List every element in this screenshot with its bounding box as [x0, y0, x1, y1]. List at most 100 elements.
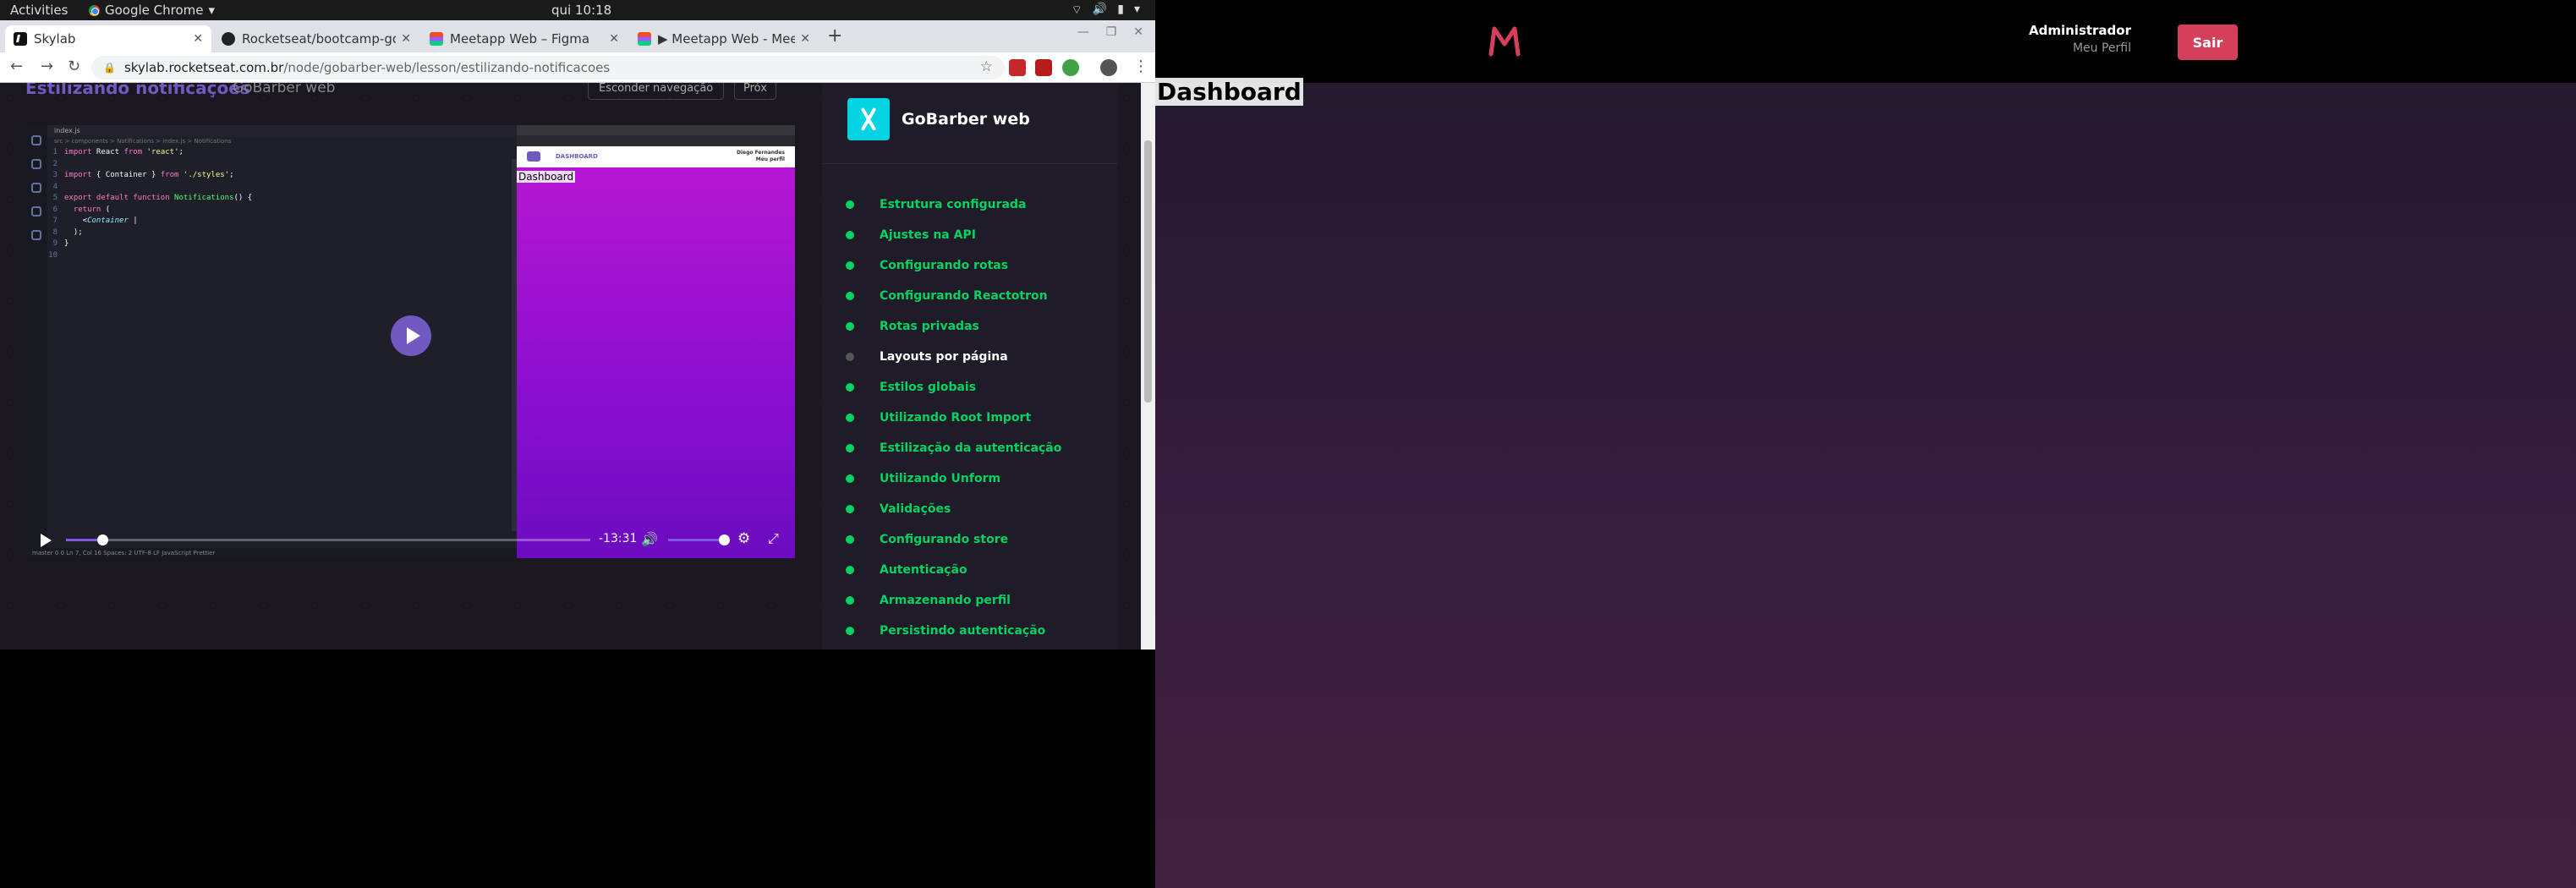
- close-window-icon[interactable]: ✕: [1133, 25, 1143, 39]
- lesson-item[interactable]: Validações: [846, 494, 1061, 524]
- profile-avatar[interactable]: [1100, 59, 1117, 76]
- lesson-label: Validações: [880, 502, 951, 516]
- chrome-icon: [89, 4, 100, 16]
- status-dot-icon: [846, 200, 854, 209]
- chevron-down-icon: ▾: [208, 3, 216, 18]
- logout-button[interactable]: Sair: [2178, 25, 2238, 60]
- video-player[interactable]: index.js src > components > Notification…: [25, 125, 795, 558]
- code-line: 6 return (: [47, 205, 538, 217]
- preview-address-bar: [517, 135, 795, 146]
- sidebar-title: GoBarber web: [902, 110, 1030, 129]
- lesson-item[interactable]: Estilização da autenticação: [846, 433, 1061, 463]
- kebab-menu-icon[interactable]: ⋮: [1133, 58, 1148, 75]
- editor-tab: index.js: [47, 125, 538, 137]
- tab-meetapp[interactable]: ▶ Meetapp Web - Meetap ✕: [629, 25, 819, 52]
- tab-title: Meetapp Web – Figma: [450, 31, 590, 47]
- lesson-item[interactable]: Layouts por página: [846, 342, 1061, 372]
- debug-icon: [31, 206, 41, 217]
- github-favicon-icon: [222, 32, 235, 46]
- play-overlay-button[interactable]: [391, 315, 431, 356]
- gear-icon[interactable]: ⚙: [737, 530, 750, 547]
- code-token: './styles': [178, 171, 230, 179]
- status-dot-icon: [846, 322, 854, 331]
- status-dot-icon: [846, 383, 854, 392]
- activities-button[interactable]: Activities: [10, 3, 68, 18]
- code-token: import: [64, 148, 92, 156]
- lesson-label: Persistindo autenticação: [880, 624, 1046, 638]
- close-icon[interactable]: ✕: [401, 32, 411, 46]
- code-line: 7 < Container |: [47, 216, 538, 227]
- extensions-icon: [31, 230, 41, 240]
- play-icon[interactable]: [41, 534, 52, 547]
- lesson-item[interactable]: Rotas privadas: [846, 311, 1061, 342]
- close-icon[interactable]: ✕: [800, 32, 810, 46]
- volume-handle[interactable]: [719, 534, 730, 545]
- code-token: Container: [87, 217, 129, 225]
- lesson-item[interactable]: Utilizando Root Import: [846, 403, 1061, 433]
- address-bar[interactable]: 🔒 skylab.rocketseat.com.br /node/gobarbe…: [91, 56, 1005, 79]
- tab-github[interactable]: Rocketseat/bootcamp-go ✕: [213, 25, 419, 52]
- new-tab-button[interactable]: +: [827, 25, 842, 47]
- extension-badge-icon[interactable]: [1035, 59, 1052, 76]
- code-token: from: [123, 148, 143, 156]
- status-dot-icon: [846, 535, 854, 544]
- preview-header: DASHBOARD Diego Fernandes Meu perfil: [517, 146, 795, 167]
- page-scrollbar[interactable]: [1141, 83, 1155, 650]
- url-host: skylab.rocketseat.com.br: [123, 60, 284, 75]
- meetapp-logo-icon[interactable]: [1488, 25, 1521, 58]
- hide-navigation-button[interactable]: Esconder navegação: [588, 83, 725, 100]
- lesson-label: Estrutura configurada: [880, 198, 1027, 211]
- meetapp-window: Administrador Meu Perfil Sair Dashboard: [1155, 0, 2576, 888]
- lesson-item[interactable]: Configurando rotas: [846, 250, 1061, 281]
- lesson-item[interactable]: Utilizando Unform: [846, 463, 1061, 494]
- system-tray[interactable]: ⌔ 🔊 ▮ ▾: [1072, 3, 1140, 18]
- lesson-item[interactable]: Estrutura configurada: [846, 189, 1061, 220]
- maximize-icon[interactable]: ❐: [1106, 25, 1117, 39]
- lesson-item[interactable]: Autenticação: [846, 555, 1061, 585]
- forward-icon[interactable]: →: [41, 58, 53, 75]
- lesson-item[interactable]: Armazenando perfil: [846, 585, 1061, 616]
- lesson-item[interactable]: Ajustes na API: [846, 220, 1061, 250]
- bookmark-star-icon[interactable]: ☆: [980, 58, 993, 75]
- app-menu[interactable]: Google Chrome ▾: [89, 3, 215, 18]
- preview-user-name: Diego Fernandes: [736, 150, 785, 156]
- code-token: <: [64, 217, 88, 225]
- lesson-item[interactable]: Persistindo autenticação: [846, 616, 1061, 646]
- minimize-icon[interactable]: —: [1077, 25, 1089, 39]
- next-lesson-button[interactable]: Próx: [734, 83, 776, 100]
- lesson-label: Configurando rotas: [880, 259, 1009, 272]
- status-dot-icon: [846, 231, 854, 239]
- back-icon[interactable]: ←: [10, 58, 23, 75]
- lesson-item[interactable]: Estilos globais: [846, 372, 1061, 403]
- tab-figma[interactable]: Meetapp Web – Figma ✕: [421, 25, 628, 52]
- code-token: ;: [178, 148, 184, 156]
- close-icon[interactable]: ✕: [609, 32, 619, 46]
- lesson-item[interactable]: Configurando store: [846, 524, 1061, 555]
- status-dot-icon: [846, 353, 854, 361]
- fullscreen-icon[interactable]: ⤢: [768, 530, 779, 547]
- status-dot-icon: [846, 596, 854, 605]
- progress-bar[interactable]: [66, 534, 590, 545]
- preview-tab-strip: [517, 125, 795, 135]
- scrollbar-thumb[interactable]: [1144, 140, 1152, 403]
- volume-slider[interactable]: [668, 534, 730, 545]
- progress-handle[interactable]: [97, 534, 109, 545]
- close-icon[interactable]: ✕: [193, 32, 203, 46]
- extension-shield-icon[interactable]: [1009, 59, 1026, 76]
- reload-icon[interactable]: ↻: [68, 58, 80, 75]
- lesson-item[interactable]: Configurando Reactotron: [846, 281, 1061, 311]
- system-top-bar: Activities Google Chrome ▾ qui 10:18 ⌔ 🔊…: [0, 0, 1155, 20]
- line-number: 1: [52, 148, 58, 156]
- extension-check-icon[interactable]: [1062, 59, 1079, 76]
- status-dot-icon: [846, 444, 854, 452]
- tab-strip: Skylab ✕ Rocketseat/bootcamp-go ✕ Meetap…: [0, 20, 1155, 52]
- tab-skylab[interactable]: Skylab ✕: [5, 25, 211, 52]
- profile-link[interactable]: Meu Perfil: [1976, 41, 2131, 55]
- preview-body: [517, 167, 795, 558]
- gobarber-logo-icon: [527, 151, 540, 162]
- search-icon: [31, 159, 41, 169]
- lesson-label: Layouts por página: [880, 350, 1008, 364]
- clock[interactable]: qui 10:18: [551, 3, 611, 18]
- user-info: Administrador Meu Perfil: [1976, 23, 2131, 55]
- volume-icon[interactable]: 🔊: [641, 531, 658, 547]
